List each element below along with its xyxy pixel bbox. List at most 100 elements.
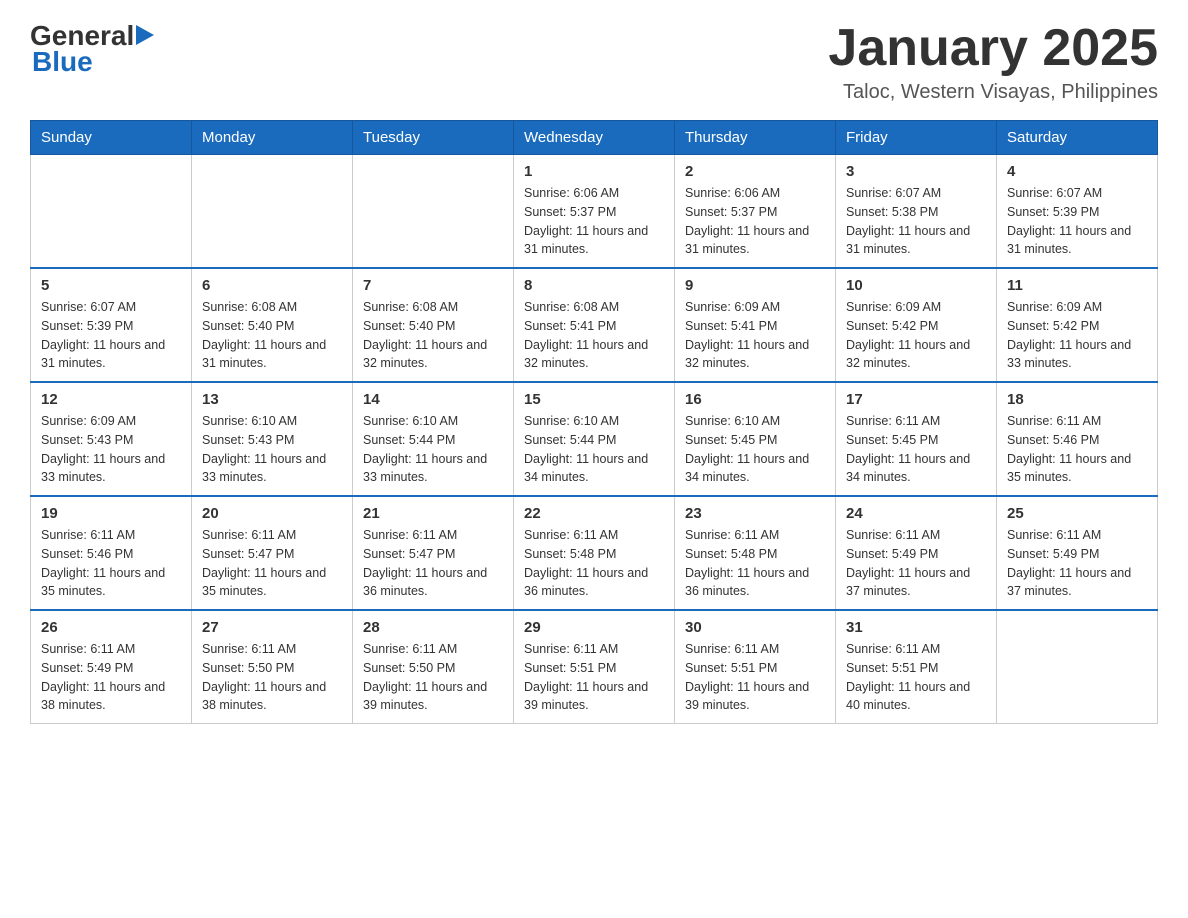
calendar-week-2: 5 Sunrise: 6:07 AM Sunset: 5:39 PM Daylig… <box>31 268 1158 382</box>
day-number: 2 <box>685 163 825 180</box>
calendar-cell: 2 Sunrise: 6:06 AM Sunset: 5:37 PM Daylig… <box>675 155 836 269</box>
calendar-header-row: SundayMondayTuesdayWednesdayThursdayFrid… <box>31 121 1158 155</box>
calendar-cell: 30Sunrise: 6:11 AM Sunset: 5:51 PM Dayli… <box>675 610 836 724</box>
calendar-cell: 8Sunrise: 6:08 AM Sunset: 5:41 PM Daylig… <box>514 268 675 382</box>
day-number: 11 <box>1007 277 1147 294</box>
calendar-cell: 27 Sunrise: 6:11 AM Sunset: 5:50 PM Dayli… <box>192 610 353 724</box>
calendar-cell: 25Sunrise: 6:11 AM Sunset: 5:49 PM Dayli… <box>997 496 1158 610</box>
day-number: 24 <box>846 505 986 522</box>
calendar-week-4: 19 Sunrise: 6:11 AM Sunset: 5:46 PM Dayli… <box>31 496 1158 610</box>
calendar-cell: 9Sunrise: 6:09 AM Sunset: 5:41 PM Daylig… <box>675 268 836 382</box>
day-number: 23 <box>685 505 825 522</box>
day-info: Sunrise: 6:11 AM Sunset: 5:49 PM Dayligh… <box>41 640 181 715</box>
day-info: Sunrise: 6:11 AM Sunset: 5:45 PM Dayligh… <box>846 412 986 487</box>
day-number: 6 <box>202 277 342 294</box>
day-info: Sunrise: 6:11 AM Sunset: 5:46 PM Dayligh… <box>41 526 181 601</box>
day-number: 13 <box>202 391 342 408</box>
main-title: January 2025 <box>828 20 1158 77</box>
day-number: 15 <box>524 391 664 408</box>
calendar-cell: 22 Sunrise: 6:11 AM Sunset: 5:48 PM Dayli… <box>514 496 675 610</box>
day-number: 19 <box>41 505 181 522</box>
calendar-cell <box>31 155 192 269</box>
calendar-header-sunday: Sunday <box>31 121 192 155</box>
calendar-cell: 10 Sunrise: 6:09 AM Sunset: 5:42 PM Dayli… <box>836 268 997 382</box>
calendar-cell: 29 Sunrise: 6:11 AM Sunset: 5:51 PM Dayli… <box>514 610 675 724</box>
day-number: 12 <box>41 391 181 408</box>
day-info: Sunrise: 6:11 AM Sunset: 5:47 PM Dayligh… <box>363 526 503 601</box>
day-info: Sunrise: 6:11 AM Sunset: 5:46 PM Dayligh… <box>1007 412 1147 487</box>
day-info: Sunrise: 6:11 AM Sunset: 5:51 PM Dayligh… <box>524 640 664 715</box>
day-number: 16 <box>685 391 825 408</box>
day-number: 14 <box>363 391 503 408</box>
day-number: 4 <box>1007 163 1147 180</box>
calendar-cell: 20Sunrise: 6:11 AM Sunset: 5:47 PM Dayli… <box>192 496 353 610</box>
day-number: 5 <box>41 277 181 294</box>
day-info: Sunrise: 6:09 AM Sunset: 5:43 PM Dayligh… <box>41 412 181 487</box>
day-info: Sunrise: 6:11 AM Sunset: 5:49 PM Dayligh… <box>1007 526 1147 601</box>
day-info: Sunrise: 6:07 AM Sunset: 5:39 PM Dayligh… <box>1007 184 1147 259</box>
calendar-cell: 3Sunrise: 6:07 AM Sunset: 5:38 PM Daylig… <box>836 155 997 269</box>
calendar-cell: 21Sunrise: 6:11 AM Sunset: 5:47 PM Dayli… <box>353 496 514 610</box>
calendar-cell: 17 Sunrise: 6:11 AM Sunset: 5:45 PM Dayli… <box>836 382 997 496</box>
calendar-cell: 24 Sunrise: 6:11 AM Sunset: 5:49 PM Dayli… <box>836 496 997 610</box>
day-info: Sunrise: 6:08 AM Sunset: 5:40 PM Dayligh… <box>363 298 503 373</box>
calendar-cell: 4 Sunrise: 6:07 AM Sunset: 5:39 PM Daylig… <box>997 155 1158 269</box>
calendar-week-3: 12 Sunrise: 6:09 AM Sunset: 5:43 PM Dayli… <box>31 382 1158 496</box>
day-info: Sunrise: 6:11 AM Sunset: 5:49 PM Dayligh… <box>846 526 986 601</box>
day-info: Sunrise: 6:06 AM Sunset: 5:37 PM Dayligh… <box>524 184 664 259</box>
calendar-cell <box>353 155 514 269</box>
day-info: Sunrise: 6:07 AM Sunset: 5:38 PM Dayligh… <box>846 184 986 259</box>
day-number: 28 <box>363 619 503 636</box>
calendar-cell: 28 Sunrise: 6:11 AM Sunset: 5:50 PM Dayli… <box>353 610 514 724</box>
day-number: 29 <box>524 619 664 636</box>
day-info: Sunrise: 6:11 AM Sunset: 5:48 PM Dayligh… <box>524 526 664 601</box>
calendar-cell: 7 Sunrise: 6:08 AM Sunset: 5:40 PM Daylig… <box>353 268 514 382</box>
subtitle: Taloc, Western Visayas, Philippines <box>828 81 1158 104</box>
day-info: Sunrise: 6:09 AM Sunset: 5:42 PM Dayligh… <box>846 298 986 373</box>
day-number: 1 <box>524 163 664 180</box>
day-number: 26 <box>41 619 181 636</box>
day-info: Sunrise: 6:11 AM Sunset: 5:50 PM Dayligh… <box>202 640 342 715</box>
logo-arrow-icon <box>136 25 154 45</box>
day-number: 17 <box>846 391 986 408</box>
calendar-cell: 15 Sunrise: 6:10 AM Sunset: 5:44 PM Dayli… <box>514 382 675 496</box>
day-info: Sunrise: 6:11 AM Sunset: 5:50 PM Dayligh… <box>363 640 503 715</box>
calendar-header-saturday: Saturday <box>997 121 1158 155</box>
calendar-header-monday: Monday <box>192 121 353 155</box>
day-info: Sunrise: 6:08 AM Sunset: 5:41 PM Dayligh… <box>524 298 664 373</box>
day-info: Sunrise: 6:10 AM Sunset: 5:45 PM Dayligh… <box>685 412 825 487</box>
day-info: Sunrise: 6:06 AM Sunset: 5:37 PM Dayligh… <box>685 184 825 259</box>
day-info: Sunrise: 6:11 AM Sunset: 5:48 PM Dayligh… <box>685 526 825 601</box>
calendar-cell: 12 Sunrise: 6:09 AM Sunset: 5:43 PM Dayli… <box>31 382 192 496</box>
day-number: 22 <box>524 505 664 522</box>
calendar-cell: 19 Sunrise: 6:11 AM Sunset: 5:46 PM Dayli… <box>31 496 192 610</box>
title-section: January 2025 Taloc, Western Visayas, Phi… <box>828 20 1158 104</box>
calendar-cell <box>192 155 353 269</box>
calendar-header-wednesday: Wednesday <box>514 121 675 155</box>
day-number: 18 <box>1007 391 1147 408</box>
calendar-week-5: 26 Sunrise: 6:11 AM Sunset: 5:49 PM Dayli… <box>31 610 1158 724</box>
calendar-cell: 16 Sunrise: 6:10 AM Sunset: 5:45 PM Dayli… <box>675 382 836 496</box>
day-number: 10 <box>846 277 986 294</box>
logo: General Blue <box>30 20 154 78</box>
calendar-header-friday: Friday <box>836 121 997 155</box>
day-number: 7 <box>363 277 503 294</box>
calendar-cell: 14 Sunrise: 6:10 AM Sunset: 5:44 PM Dayli… <box>353 382 514 496</box>
day-info: Sunrise: 6:09 AM Sunset: 5:41 PM Dayligh… <box>685 298 825 373</box>
day-info: Sunrise: 6:10 AM Sunset: 5:44 PM Dayligh… <box>363 412 503 487</box>
calendar-cell: 31Sunrise: 6:11 AM Sunset: 5:51 PM Dayli… <box>836 610 997 724</box>
day-info: Sunrise: 6:07 AM Sunset: 5:39 PM Dayligh… <box>41 298 181 373</box>
day-info: Sunrise: 6:11 AM Sunset: 5:51 PM Dayligh… <box>846 640 986 715</box>
calendar-cell: 26 Sunrise: 6:11 AM Sunset: 5:49 PM Dayli… <box>31 610 192 724</box>
day-info: Sunrise: 6:09 AM Sunset: 5:42 PM Dayligh… <box>1007 298 1147 373</box>
day-number: 27 <box>202 619 342 636</box>
calendar-header-thursday: Thursday <box>675 121 836 155</box>
calendar-cell: 5 Sunrise: 6:07 AM Sunset: 5:39 PM Daylig… <box>31 268 192 382</box>
day-info: Sunrise: 6:10 AM Sunset: 5:44 PM Dayligh… <box>524 412 664 487</box>
calendar-table: SundayMondayTuesdayWednesdayThursdayFrid… <box>30 120 1158 724</box>
calendar-week-1: 1 Sunrise: 6:06 AM Sunset: 5:37 PM Daylig… <box>31 155 1158 269</box>
day-info: Sunrise: 6:08 AM Sunset: 5:40 PM Dayligh… <box>202 298 342 373</box>
calendar-cell: 18 Sunrise: 6:11 AM Sunset: 5:46 PM Dayli… <box>997 382 1158 496</box>
calendar-cell: 1 Sunrise: 6:06 AM Sunset: 5:37 PM Daylig… <box>514 155 675 269</box>
day-number: 30 <box>685 619 825 636</box>
